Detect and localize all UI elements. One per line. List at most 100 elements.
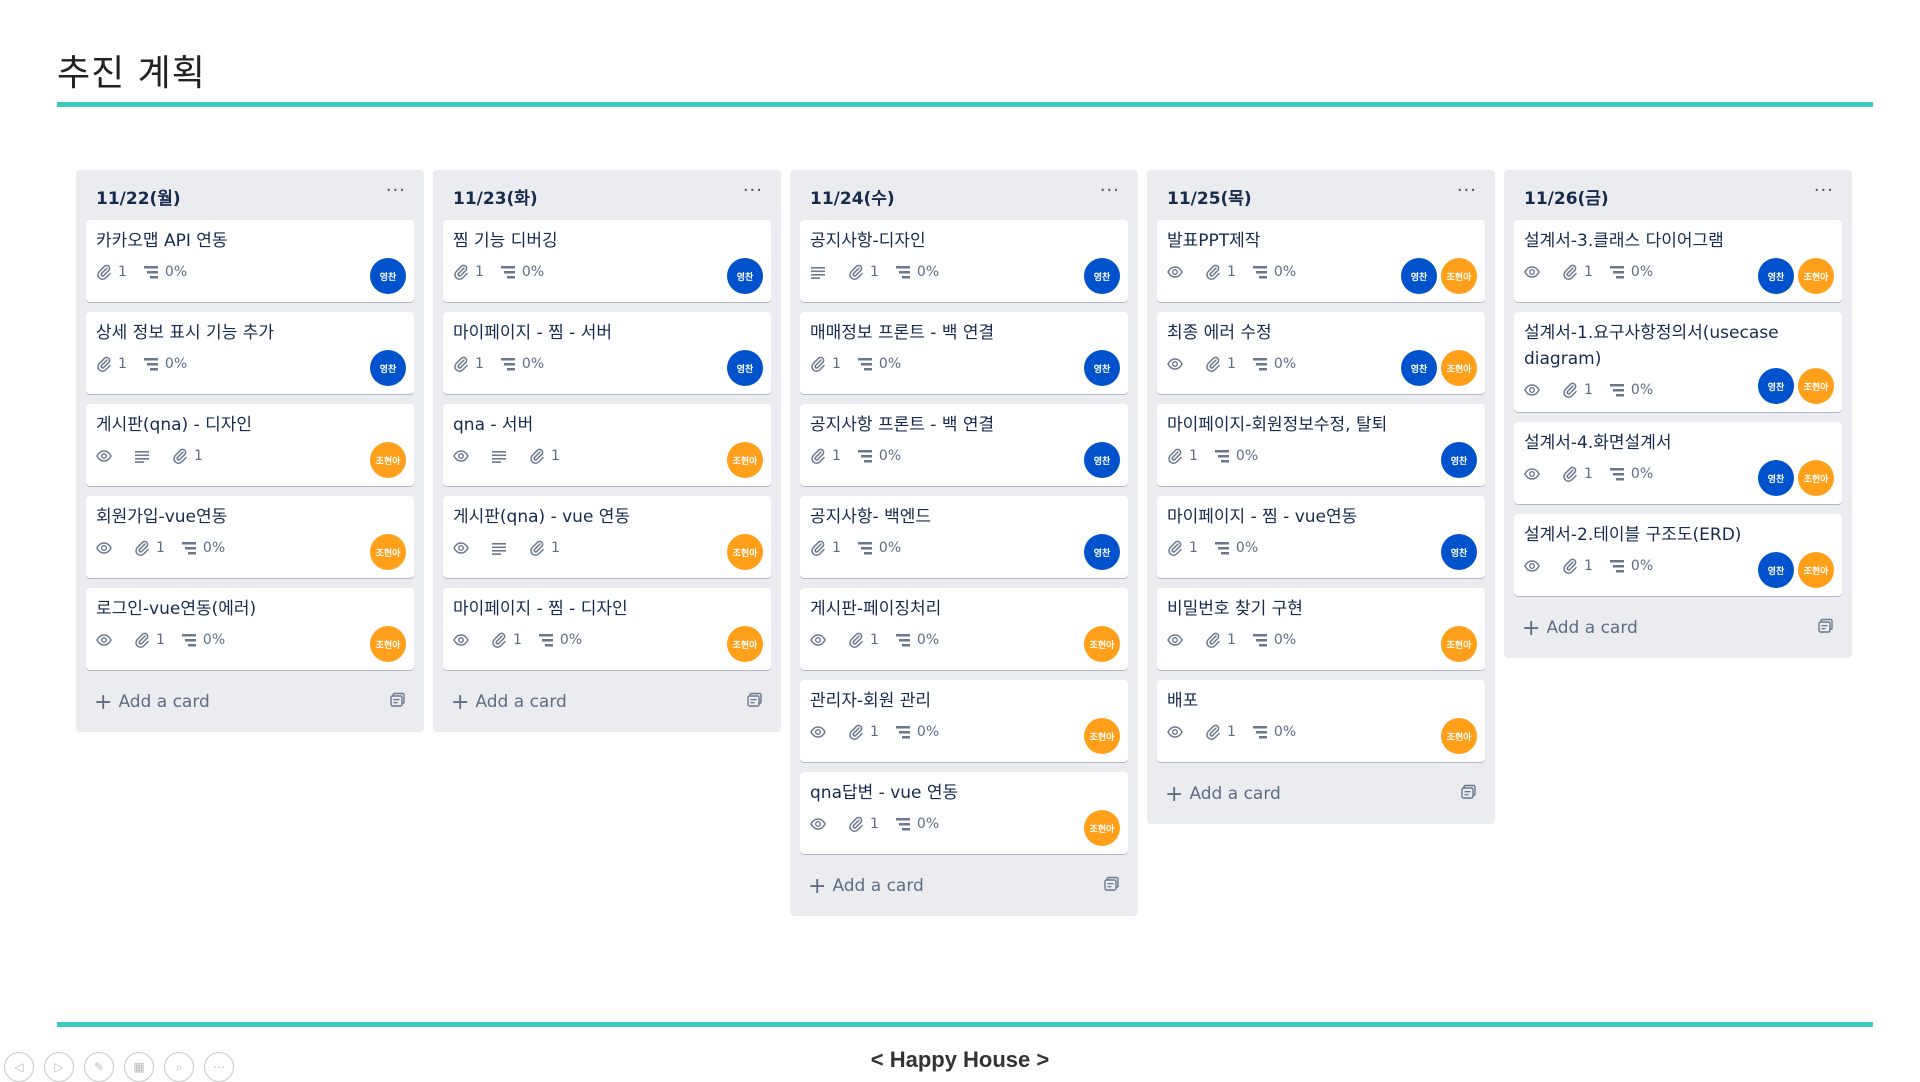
add-card-button[interactable]: + Add a card — [443, 680, 771, 724]
card[interactable]: 카카오맵 API 연동 1 0% 영찬 — [86, 220, 414, 302]
card[interactable]: 마이페이지-회원정보수정, 탈퇴 1 0% 영찬 — [1157, 404, 1485, 486]
list-column: 11/26(금) ··· 설계서-3.클래스 다이어그램 1 0% 영찬 조현아설계서-1.… — [1504, 170, 1852, 658]
card-template-icon[interactable] — [1461, 784, 1477, 805]
avatar[interactable]: 조현아 — [1798, 552, 1834, 588]
card[interactable]: 설계서-2.테이블 구조도(ERD) 1 0% 영찬 조현아 — [1514, 514, 1842, 596]
avatar[interactable]: 영찬 — [1401, 258, 1437, 294]
card[interactable]: 매매정보 프론트 - 백 연결 1 0% 영찬 — [800, 312, 1128, 394]
add-card-button[interactable]: + Add a card — [800, 864, 1128, 908]
list-title[interactable]: 11/24(수) — [810, 184, 895, 209]
list-title[interactable]: 11/22(월) — [96, 184, 181, 209]
avatar[interactable]: 조현아 — [1798, 368, 1834, 404]
plus-icon: + — [94, 689, 113, 715]
eye-badge — [1167, 724, 1189, 740]
card[interactable]: 배포 1 0% 조현아 — [1157, 680, 1485, 762]
avatar[interactable]: 조현아 — [370, 442, 406, 478]
next-slide-icon[interactable]: ▷ — [44, 1052, 74, 1082]
avatar[interactable]: 영찬 — [1758, 460, 1794, 496]
avatar[interactable]: 영찬 — [370, 350, 406, 386]
list-menu-button[interactable]: ··· — [1457, 180, 1477, 201]
avatar[interactable]: 조현아 — [727, 534, 763, 570]
list-menu-button[interactable]: ··· — [1814, 180, 1834, 201]
avatar[interactable]: 조현아 — [1084, 626, 1120, 662]
zoom-icon[interactable]: ⌕ — [164, 1052, 194, 1082]
card[interactable]: qna - 서버 1 조현아 — [443, 404, 771, 486]
avatar[interactable]: 영찬 — [1084, 442, 1120, 478]
add-card-label-group: + Add a card — [451, 690, 567, 715]
card[interactable]: 설계서-1.요구사항정의서(usecase diagram) 1 0% 영찬 조현아 — [1514, 312, 1842, 412]
card[interactable]: 게시판(qna) - vue 연동 1 조현아 — [443, 496, 771, 578]
avatar[interactable]: 영찬 — [1441, 534, 1477, 570]
badge-count: 0% — [521, 356, 545, 372]
card[interactable]: 마이페이지 - 찜 - vue연동 1 0% 영찬 — [1157, 496, 1485, 578]
avatar[interactable]: 영찬 — [370, 258, 406, 294]
add-card-button[interactable]: + Add a card — [1157, 772, 1485, 816]
card[interactable]: 찜 기능 디버깅 1 0% 영찬 — [443, 220, 771, 302]
add-card-button[interactable]: + Add a card — [86, 680, 414, 724]
card-template-icon[interactable] — [390, 692, 406, 713]
card[interactable]: 게시판(qna) - 디자인 1 조현아 — [86, 404, 414, 486]
more-options-icon[interactable]: ⋯ — [204, 1052, 234, 1082]
attachment-badge: 1 — [1562, 382, 1593, 398]
card[interactable]: 마이페이지 - 찜 - 서버 1 0% 영찬 — [443, 312, 771, 394]
checklist-icon — [895, 264, 911, 280]
checklist-icon — [1609, 382, 1625, 398]
card[interactable]: 상세 정보 표시 기능 추가 1 0% 영찬 — [86, 312, 414, 394]
avatar[interactable]: 조현아 — [1798, 258, 1834, 294]
card[interactable]: 회원가입-vue연동 1 0% 조현아 — [86, 496, 414, 578]
card[interactable]: 설계서-4.화면설계서 1 0% 영찬 조현아 — [1514, 422, 1842, 504]
avatar[interactable]: 조현아 — [727, 626, 763, 662]
avatar[interactable]: 조현아 — [1084, 810, 1120, 846]
card-template-icon[interactable] — [747, 692, 763, 713]
avatar[interactable]: 조현아 — [370, 534, 406, 570]
card[interactable]: qna답변 - vue 연동 1 0% 조현아 — [800, 772, 1128, 854]
list-title[interactable]: 11/23(화) — [453, 184, 538, 209]
avatar[interactable]: 영찬 — [727, 258, 763, 294]
add-card-button[interactable]: + Add a card — [1514, 606, 1842, 650]
list-menu-button[interactable]: ··· — [386, 180, 406, 201]
card[interactable]: 로그인-vue연동(에러) 1 0% 조현아 — [86, 588, 414, 670]
card[interactable]: 마이페이지 - 찜 - 디자인 1 0% 조현아 — [443, 588, 771, 670]
card[interactable]: 공지사항- 백엔드 1 0% 영찬 — [800, 496, 1128, 578]
avatar[interactable]: 영찬 — [1758, 368, 1794, 404]
list-menu-button[interactable]: ··· — [743, 180, 763, 201]
avatar[interactable]: 조현아 — [1441, 350, 1477, 386]
avatar[interactable]: 조현아 — [1084, 718, 1120, 754]
slides-grid-icon[interactable]: ▦ — [124, 1052, 154, 1082]
card[interactable]: 설계서-3.클래스 다이어그램 1 0% 영찬 조현아 — [1514, 220, 1842, 302]
avatar[interactable]: 영찬 — [1758, 552, 1794, 588]
kanban-board: 11/22(월) ··· 카카오맵 API 연동 1 0% 영찬상세 정보 표시 기능 추… — [76, 170, 1856, 930]
card-template-icon[interactable] — [1818, 618, 1834, 639]
card-template-icon[interactable] — [1104, 876, 1120, 897]
list-menu-button[interactable]: ··· — [1100, 180, 1120, 201]
list-title[interactable]: 11/25(목) — [1167, 184, 1252, 209]
avatar[interactable]: 영찬 — [1758, 258, 1794, 294]
checklist-badge: 0% — [1609, 558, 1653, 574]
eye-badge — [1524, 466, 1546, 482]
avatar[interactable]: 영찬 — [1084, 258, 1120, 294]
avatar[interactable]: 영찬 — [1084, 350, 1120, 386]
prev-slide-icon[interactable]: ◁ — [4, 1052, 34, 1082]
card[interactable]: 최종 에러 수정 1 0% 영찬 조현아 — [1157, 312, 1485, 394]
avatar[interactable]: 조현아 — [1441, 626, 1477, 662]
card[interactable]: 게시판-페이징처리 1 0% 조현아 — [800, 588, 1128, 670]
list-title[interactable]: 11/26(금) — [1524, 184, 1609, 209]
pen-icon[interactable]: ✎ — [84, 1052, 114, 1082]
avatar[interactable]: 조현아 — [1441, 718, 1477, 754]
card[interactable]: 관리자-회원 관리 1 0% 조현아 — [800, 680, 1128, 762]
avatar[interactable]: 조현아 — [370, 626, 406, 662]
card-members: 영찬 — [1080, 534, 1120, 570]
card[interactable]: 공지사항 프론트 - 백 연결 1 0% 영찬 — [800, 404, 1128, 486]
avatar[interactable]: 영찬 — [1401, 350, 1437, 386]
checklist-icon — [857, 540, 873, 556]
card[interactable]: 비밀번호 찾기 구현 1 0% 조현아 — [1157, 588, 1485, 670]
card[interactable]: 공지사항-디자인 1 0% 영찬 — [800, 220, 1128, 302]
avatar[interactable]: 영찬 — [727, 350, 763, 386]
avatar[interactable]: 조현아 — [727, 442, 763, 478]
card[interactable]: 발표PPT제작 1 0% 영찬 조현아 — [1157, 220, 1485, 302]
avatar[interactable]: 영찬 — [1441, 442, 1477, 478]
avatar[interactable]: 조현아 — [1798, 460, 1834, 496]
avatar[interactable]: 영찬 — [1084, 534, 1120, 570]
eye-icon — [1524, 466, 1540, 482]
avatar[interactable]: 조현아 — [1441, 258, 1477, 294]
